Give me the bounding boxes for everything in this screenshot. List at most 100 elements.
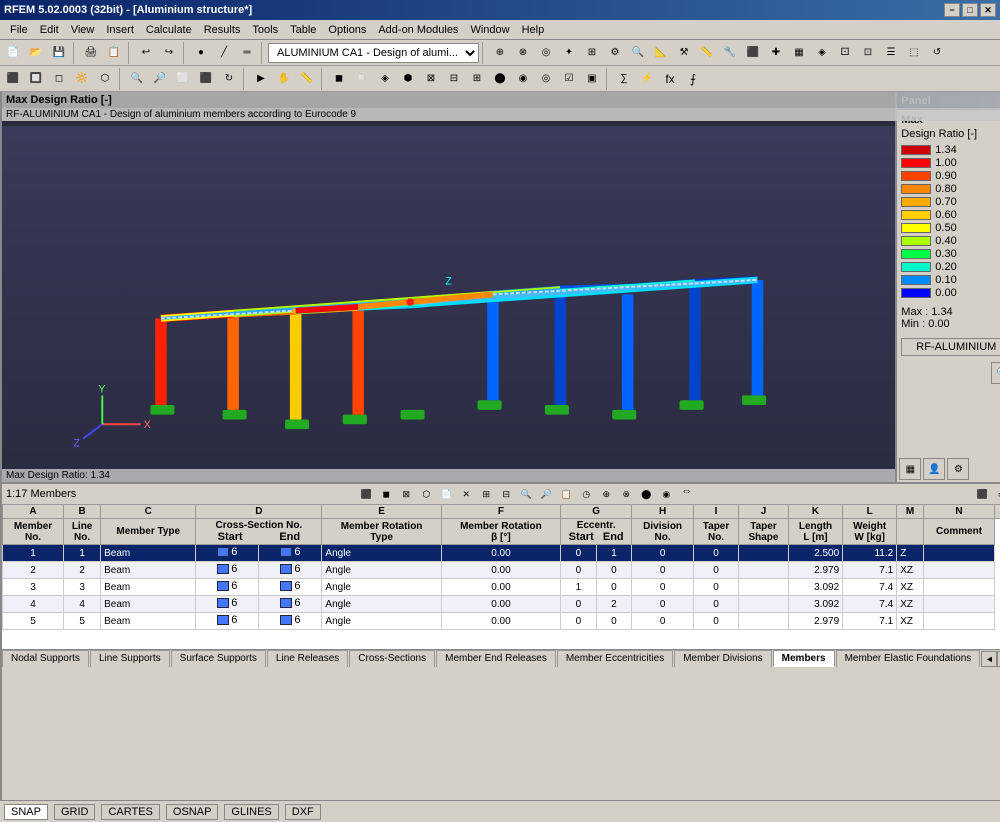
table-btn-5[interactable]: 📄 <box>437 485 455 503</box>
legend-btn-3[interactable]: ⚙ <box>947 458 969 480</box>
render-1[interactable]: ◼ <box>328 68 350 90</box>
table-btn-6[interactable]: ✕ <box>457 485 475 503</box>
tool-3[interactable]: ◎ <box>535 42 557 64</box>
render-9[interactable]: ◉ <box>512 68 534 90</box>
bottom-tab-cross-sections[interactable]: Cross-Sections <box>349 650 435 667</box>
redo-button[interactable]: ↪ <box>158 42 180 64</box>
table-btn-1[interactable]: ⬛ <box>357 485 375 503</box>
table-btn-14[interactable]: ⊗ <box>617 485 635 503</box>
tool-5[interactable]: ⊞ <box>581 42 603 64</box>
render-4[interactable]: ⬢ <box>397 68 419 90</box>
tool-11[interactable]: 🔧 <box>719 42 741 64</box>
tool-14[interactable]: ▦ <box>788 42 810 64</box>
save-button[interactable]: 💾 <box>48 42 70 64</box>
maximize-button[interactable]: □ <box>962 3 978 17</box>
tool-12[interactable]: ⬛ <box>742 42 764 64</box>
table-btn-9[interactable]: 🔍 <box>517 485 535 503</box>
osnap-button[interactable]: OSNAP <box>166 804 219 820</box>
table-row[interactable]: 5 5 Beam 6 6 Angle 0.00 0 0 0 0 2.979 7.… <box>3 613 1000 630</box>
view-btn-2[interactable]: 🔲 <box>25 68 47 90</box>
tool-16[interactable]: ⚀ <box>834 42 856 64</box>
view-btn-1[interactable]: ⬛ <box>2 68 24 90</box>
calc-1[interactable]: ∑ <box>613 68 635 90</box>
legend-search-icon[interactable]: 🔍 <box>991 362 1000 384</box>
bottom-tab-nodal-supports[interactable]: Nodal Supports <box>2 650 89 667</box>
new-button[interactable]: 📄 <box>2 42 24 64</box>
menu-insert[interactable]: Insert <box>100 22 140 38</box>
menu-results[interactable]: Results <box>198 22 247 38</box>
table-wrapper[interactable]: A B C D E F G H I J K L M <box>2 504 1000 649</box>
render-6[interactable]: ⊟ <box>443 68 465 90</box>
formula-bar[interactable]: ⨍ <box>682 68 704 90</box>
zoom-in[interactable]: 🔍 <box>126 68 148 90</box>
table-btn-15[interactable]: ⬤ <box>637 485 655 503</box>
cartes-button[interactable]: CARTES <box>101 804 159 820</box>
bottom-tab-line-releases[interactable]: Line Releases <box>267 650 348 667</box>
menu-table[interactable]: Table <box>284 22 322 38</box>
table-row[interactable]: 3 3 Beam 6 6 Angle 0.00 1 0 0 0 3.092 7.… <box>3 579 1000 596</box>
menu-calculate[interactable]: Calculate <box>140 22 198 38</box>
member-button[interactable]: ═ <box>236 42 258 64</box>
table-btn-7[interactable]: ⊞ <box>477 485 495 503</box>
view-dropdown[interactable]: ALUMINIUM CA1 - Design of alumi... <box>268 43 479 63</box>
zoom-out[interactable]: 🔎 <box>149 68 171 90</box>
tool-20[interactable]: ↺ <box>926 42 948 64</box>
node-button[interactable]: ● <box>190 42 212 64</box>
render-3[interactable]: ◈ <box>374 68 396 90</box>
render-5[interactable]: ⊠ <box>420 68 442 90</box>
bottom-tab-line-supports[interactable]: Line Supports <box>90 650 170 667</box>
dxf-button[interactable]: DXF <box>285 804 321 820</box>
tool-15[interactable]: ◈ <box>811 42 833 64</box>
render-7[interactable]: ⊞ <box>466 68 488 90</box>
bottom-tab-member-eccentricities[interactable]: Member Eccentricities <box>557 650 673 667</box>
legend-btn-2[interactable]: 👤 <box>923 458 945 480</box>
print-button[interactable]: 🖨 <box>80 42 102 64</box>
tool-7[interactable]: 🔍 <box>627 42 649 64</box>
menu-edit[interactable]: Edit <box>34 22 65 38</box>
menu-window[interactable]: Window <box>464 22 515 38</box>
render-11[interactable]: ☑ <box>558 68 580 90</box>
menu-help[interactable]: Help <box>516 22 551 38</box>
view-btn-5[interactable]: ⬡ <box>94 68 116 90</box>
print-preview[interactable]: 📋 <box>103 42 125 64</box>
render-10[interactable]: ◎ <box>535 68 557 90</box>
menu-options[interactable]: Options <box>322 22 372 38</box>
bottom-tab-surface-supports[interactable]: Surface Supports <box>171 650 266 667</box>
snap-button[interactable]: SNAP <box>4 804 48 820</box>
table-row[interactable]: 1 1 Beam 6 6 Angle 0.00 0 1 0 0 2.500 11… <box>3 545 1000 562</box>
table-row[interactable]: 4 4 Beam 6 6 Angle 0.00 0 2 0 0 3.092 7.… <box>3 596 1000 613</box>
table-btn-11[interactable]: 📋 <box>557 485 575 503</box>
render-2[interactable]: ◽ <box>351 68 373 90</box>
table-btn-2[interactable]: ◼ <box>377 485 395 503</box>
bottom-tab-member-elastic-foundations[interactable]: Member Elastic Foundations <box>836 650 981 667</box>
structure-canvas[interactable]: X Y Z Z <box>2 92 895 482</box>
tool-19[interactable]: ⬚ <box>903 42 925 64</box>
bottom-tab-member-end-releases[interactable]: Member End Releases <box>436 650 556 667</box>
line-button[interactable]: ╱ <box>213 42 235 64</box>
undo-button[interactable]: ↩ <box>135 42 157 64</box>
tool-2[interactable]: ⊗ <box>512 42 534 64</box>
rf-aluminium-button[interactable]: RF-ALUMINIUM <box>901 338 1000 356</box>
view-btn-3[interactable]: ◻ <box>48 68 70 90</box>
tool-9[interactable]: ⚒ <box>673 42 695 64</box>
minimize-button[interactable]: − <box>944 3 960 17</box>
glines-button[interactable]: GLINES <box>224 804 278 820</box>
menu-addon[interactable]: Add-on Modules <box>372 22 464 38</box>
table-btn-4[interactable]: ⬡ <box>417 485 435 503</box>
render-8[interactable]: ⬤ <box>489 68 511 90</box>
bottom-tab-members[interactable]: Members <box>773 650 835 667</box>
tool-1[interactable]: ⊕ <box>489 42 511 64</box>
tab-scroll-left[interactable]: ◄ <box>981 651 997 667</box>
render-12[interactable]: ▣ <box>581 68 603 90</box>
menu-tools[interactable]: Tools <box>246 22 284 38</box>
table-btn-12[interactable]: ◷ <box>577 485 595 503</box>
tool-13[interactable]: ✚ <box>765 42 787 64</box>
bottom-tab-member-divisions[interactable]: Member Divisions <box>674 650 771 667</box>
table-btn-3[interactable]: ⊠ <box>397 485 415 503</box>
rotate[interactable]: ↻ <box>218 68 240 90</box>
calc-2[interactable]: ⚡ <box>636 68 658 90</box>
menu-file[interactable]: File <box>4 22 34 38</box>
pan-btn[interactable]: ✋ <box>273 68 295 90</box>
table-btn-16[interactable]: ◉ <box>657 485 675 503</box>
collapse-table[interactable]: ▭ <box>993 485 1000 503</box>
